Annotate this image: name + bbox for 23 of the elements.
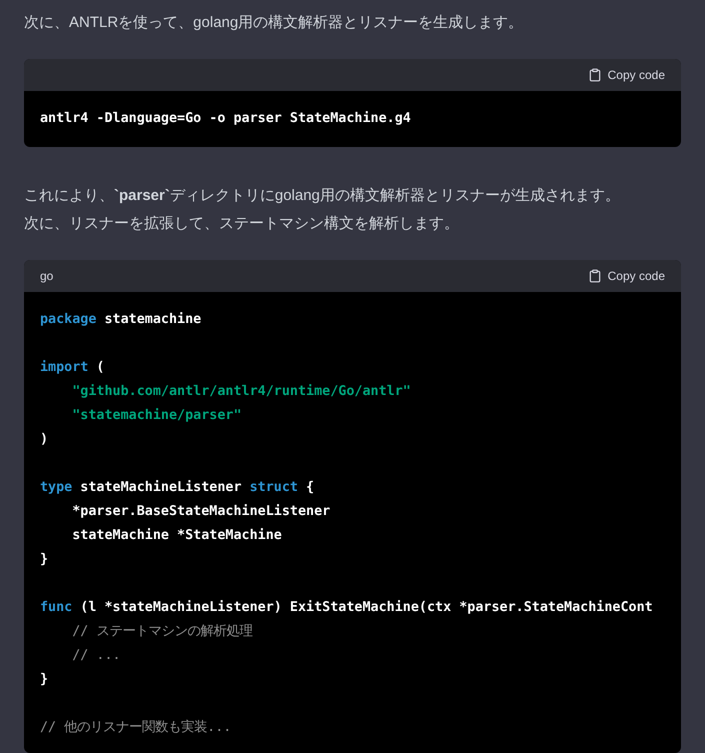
code-line: stateMachine *StateMachine <box>71 526 282 545</box>
code-line: "statemachine/parser" <box>71 406 242 425</box>
copy-code-button[interactable]: Copy code <box>588 268 665 284</box>
clipboard-icon <box>588 268 602 283</box>
language-label: go <box>40 268 54 284</box>
code-line: "github.com/antlr/antlr4/runtime/Go/antlr" <box>71 382 411 401</box>
code-line: type stateMachineListener struct { <box>40 478 314 497</box>
code-line: // 他のリスナー関数も実装... <box>40 718 232 737</box>
clipboard-icon <box>588 68 602 82</box>
text-line: これにより、`parser`ディレクトリにgolang用の構文解析器とリスナーが生成されます。 <box>24 186 620 206</box>
code-line: *parser.BaseStateMachineListener <box>71 502 330 521</box>
code-line: import ( <box>40 358 104 377</box>
code-line: // ... <box>71 646 121 665</box>
code-line: package statemachine <box>40 310 202 329</box>
code-line: antlr4 -Dlanguage=Go -o parser StateMachine.g4 <box>40 110 411 128</box>
code-line: ) <box>40 430 48 449</box>
text-line: 次に、リスナーを拡張して、ステートマシン構文を解析します。 <box>24 214 459 234</box>
code-line: func (l *stateMachineListener) ExitStateMachine(ctx *parser.StateMachineCont <box>40 598 653 617</box>
copy-code-button[interactable]: Copy code <box>588 67 665 83</box>
code-line: } <box>40 550 48 569</box>
text-line: 次に、ANTLRを使って、golang用の構文解析器とリスナーを生成します。 <box>24 13 524 33</box>
code-line: // ステートマシンの解析処理 <box>71 622 252 641</box>
code-line: } <box>40 670 48 689</box>
